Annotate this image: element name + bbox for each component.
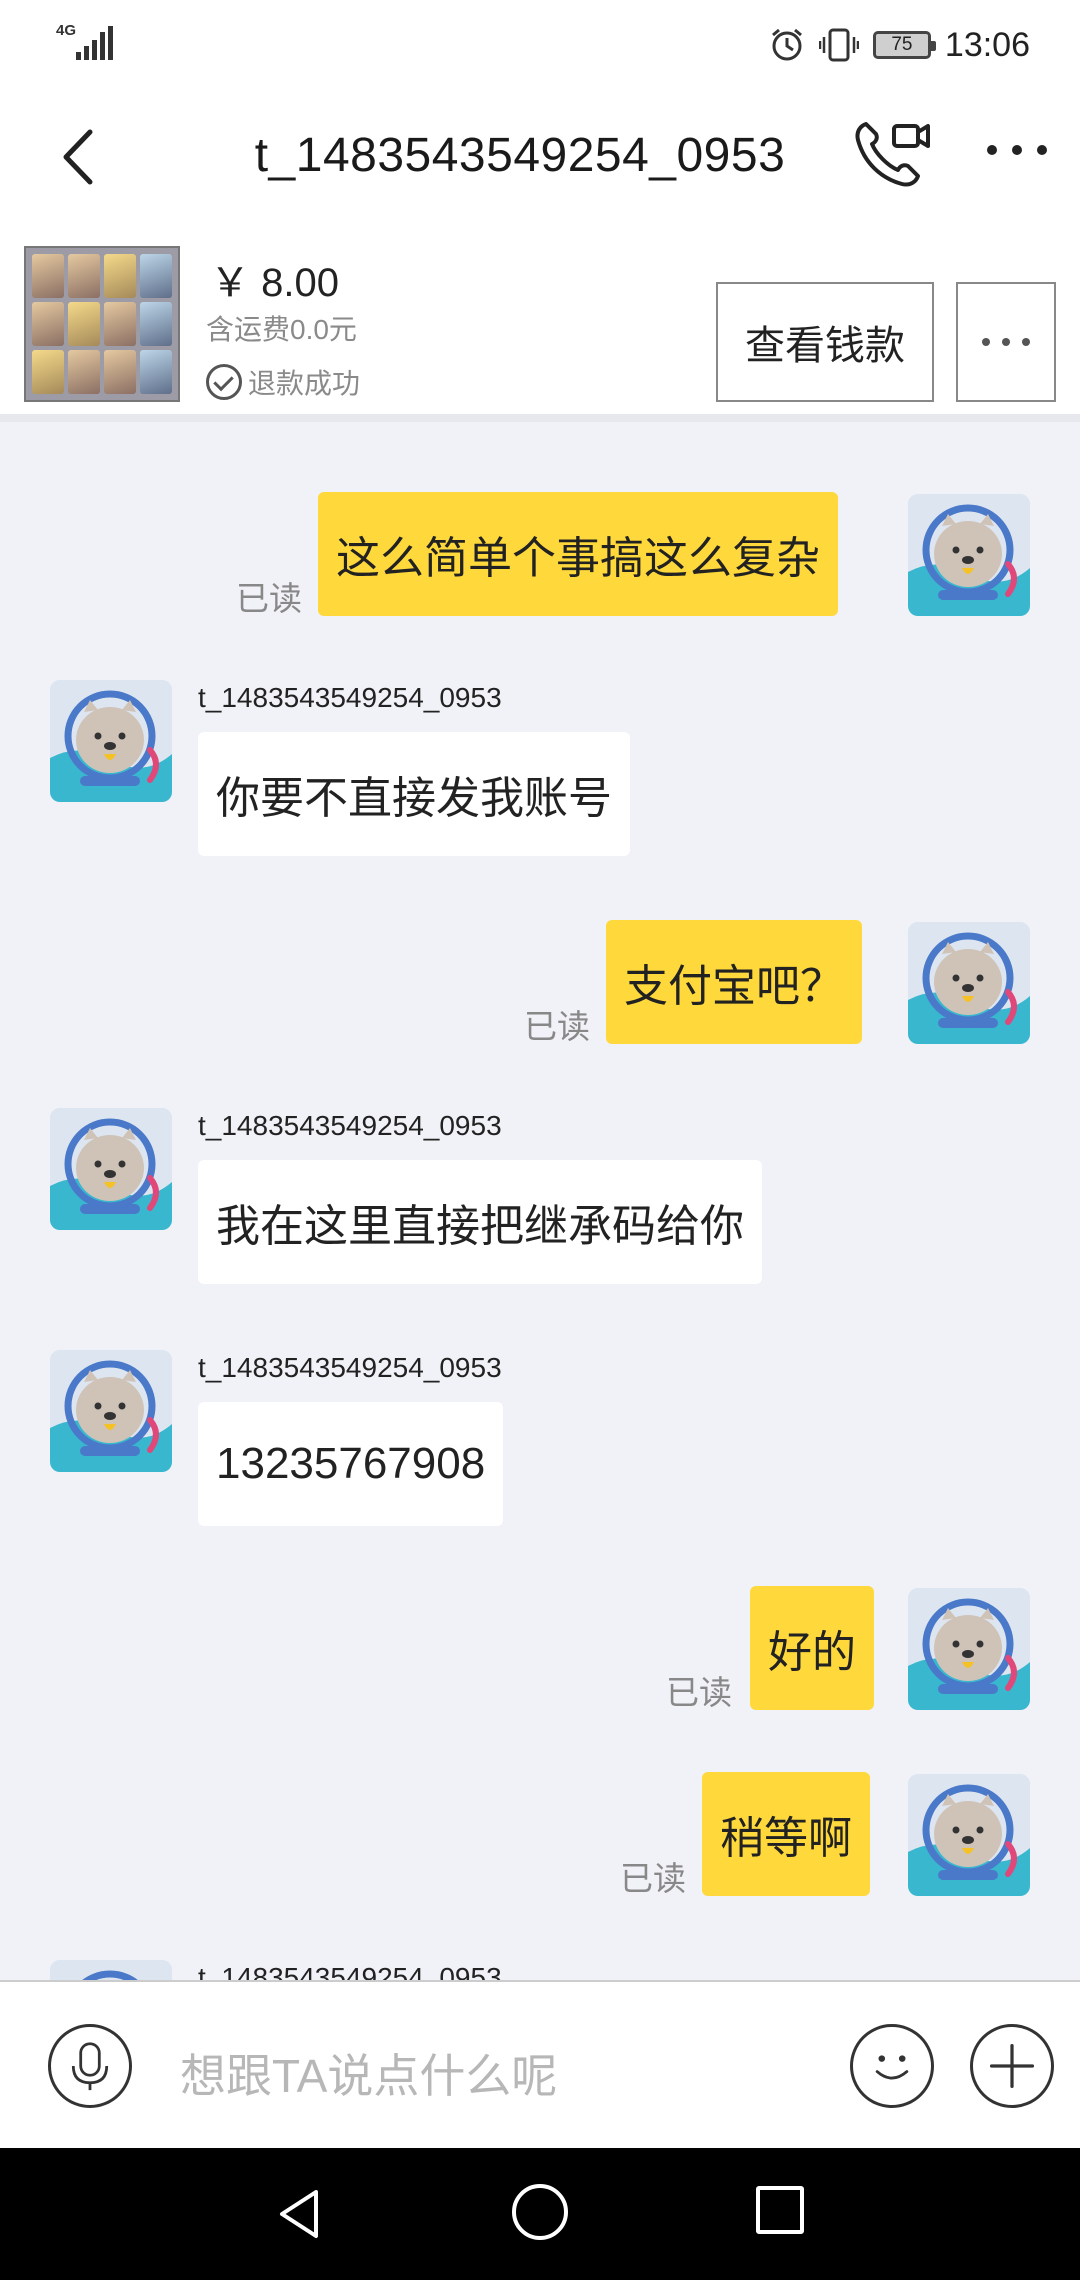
read-receipt: 已读 (524, 1008, 590, 1045)
microphone-icon[interactable] (48, 2024, 132, 2108)
dot-icon (1002, 338, 1010, 346)
alarm-icon (771, 28, 802, 61)
my-avatar[interactable] (908, 1774, 1030, 1896)
dot-icon (1022, 338, 1030, 346)
status-bar: 4G 75 13:06 (0, 0, 1080, 92)
outgoing-message[interactable]: 支付宝吧？ (606, 920, 862, 1044)
sender-name: t_1483543549254_0953 (198, 1352, 502, 1383)
my-avatar[interactable] (908, 922, 1030, 1044)
nav-home-icon[interactable] (512, 2184, 568, 2240)
smiley-icon[interactable] (850, 2024, 934, 2108)
nav-recents-icon[interactable] (756, 2186, 804, 2234)
outgoing-message[interactable]: 稍等啊 (702, 1772, 870, 1896)
nav-back-icon[interactable] (270, 2184, 330, 2244)
incoming-message[interactable]: 我在这里直接把继承码给你 (198, 1160, 762, 1284)
read-receipt: 已读 (666, 1674, 732, 1711)
composer-bar: 想跟TA说点什么呢 (0, 1980, 1080, 2148)
chat-header: t_1483543549254_0953 (0, 92, 1080, 222)
plus-icon[interactable] (970, 2024, 1054, 2108)
incoming-message[interactable]: 13235767908 (198, 1402, 504, 1526)
signal-icon (76, 26, 113, 60)
product-more-button[interactable] (956, 282, 1056, 402)
battery-indicator: 75 (872, 31, 936, 59)
contact-avatar[interactable] (50, 1960, 172, 1980)
product-card: ￥ 8.00 含运费0.0元 退款成功 查看钱款 (0, 222, 1080, 422)
message-input[interactable]: 想跟TA说点什么呢 (180, 2040, 557, 2106)
shipping-note: 含运费0.0元 (206, 314, 357, 345)
product-price: ￥ 8.00 (210, 261, 339, 305)
system-navigation-bar (0, 2148, 1080, 2280)
phone-video-icon[interactable] (852, 116, 932, 190)
contact-avatar[interactable] (50, 1108, 172, 1230)
read-receipt: 已读 (236, 580, 302, 617)
clock: 13:06 (944, 25, 1030, 64)
view-money-button[interactable]: 查看钱款 (716, 282, 934, 402)
vibrate-icon (818, 28, 859, 62)
sender-name: t_1483543549254_0953 (198, 682, 502, 713)
sender-name: t_1483543549254_0953 (198, 1962, 502, 1980)
more-horizontal-icon[interactable] (982, 130, 1052, 170)
message-list[interactable]: 已读 这么简单个事搞这么复杂 t_1483543549254_0953 你要不直… (0, 430, 1080, 1980)
refund-status: 退款成功 (206, 362, 360, 402)
my-avatar[interactable] (908, 494, 1030, 616)
incoming-message[interactable]: 你要不直接发我账号 (198, 732, 630, 856)
contact-avatar[interactable] (50, 680, 172, 802)
refund-status-label: 退款成功 (248, 368, 361, 399)
contact-avatar[interactable] (50, 1350, 172, 1472)
product-thumbnail[interactable] (24, 246, 180, 402)
outgoing-message[interactable]: 好的 (750, 1586, 874, 1710)
my-avatar[interactable] (908, 1588, 1030, 1710)
sender-name: t_1483543549254_0953 (198, 1110, 502, 1141)
outgoing-message[interactable]: 这么简单个事搞这么复杂 (318, 492, 838, 616)
dot-icon (982, 338, 990, 346)
check-circle-icon (206, 364, 242, 400)
read-receipt: 已读 (620, 1860, 686, 1897)
